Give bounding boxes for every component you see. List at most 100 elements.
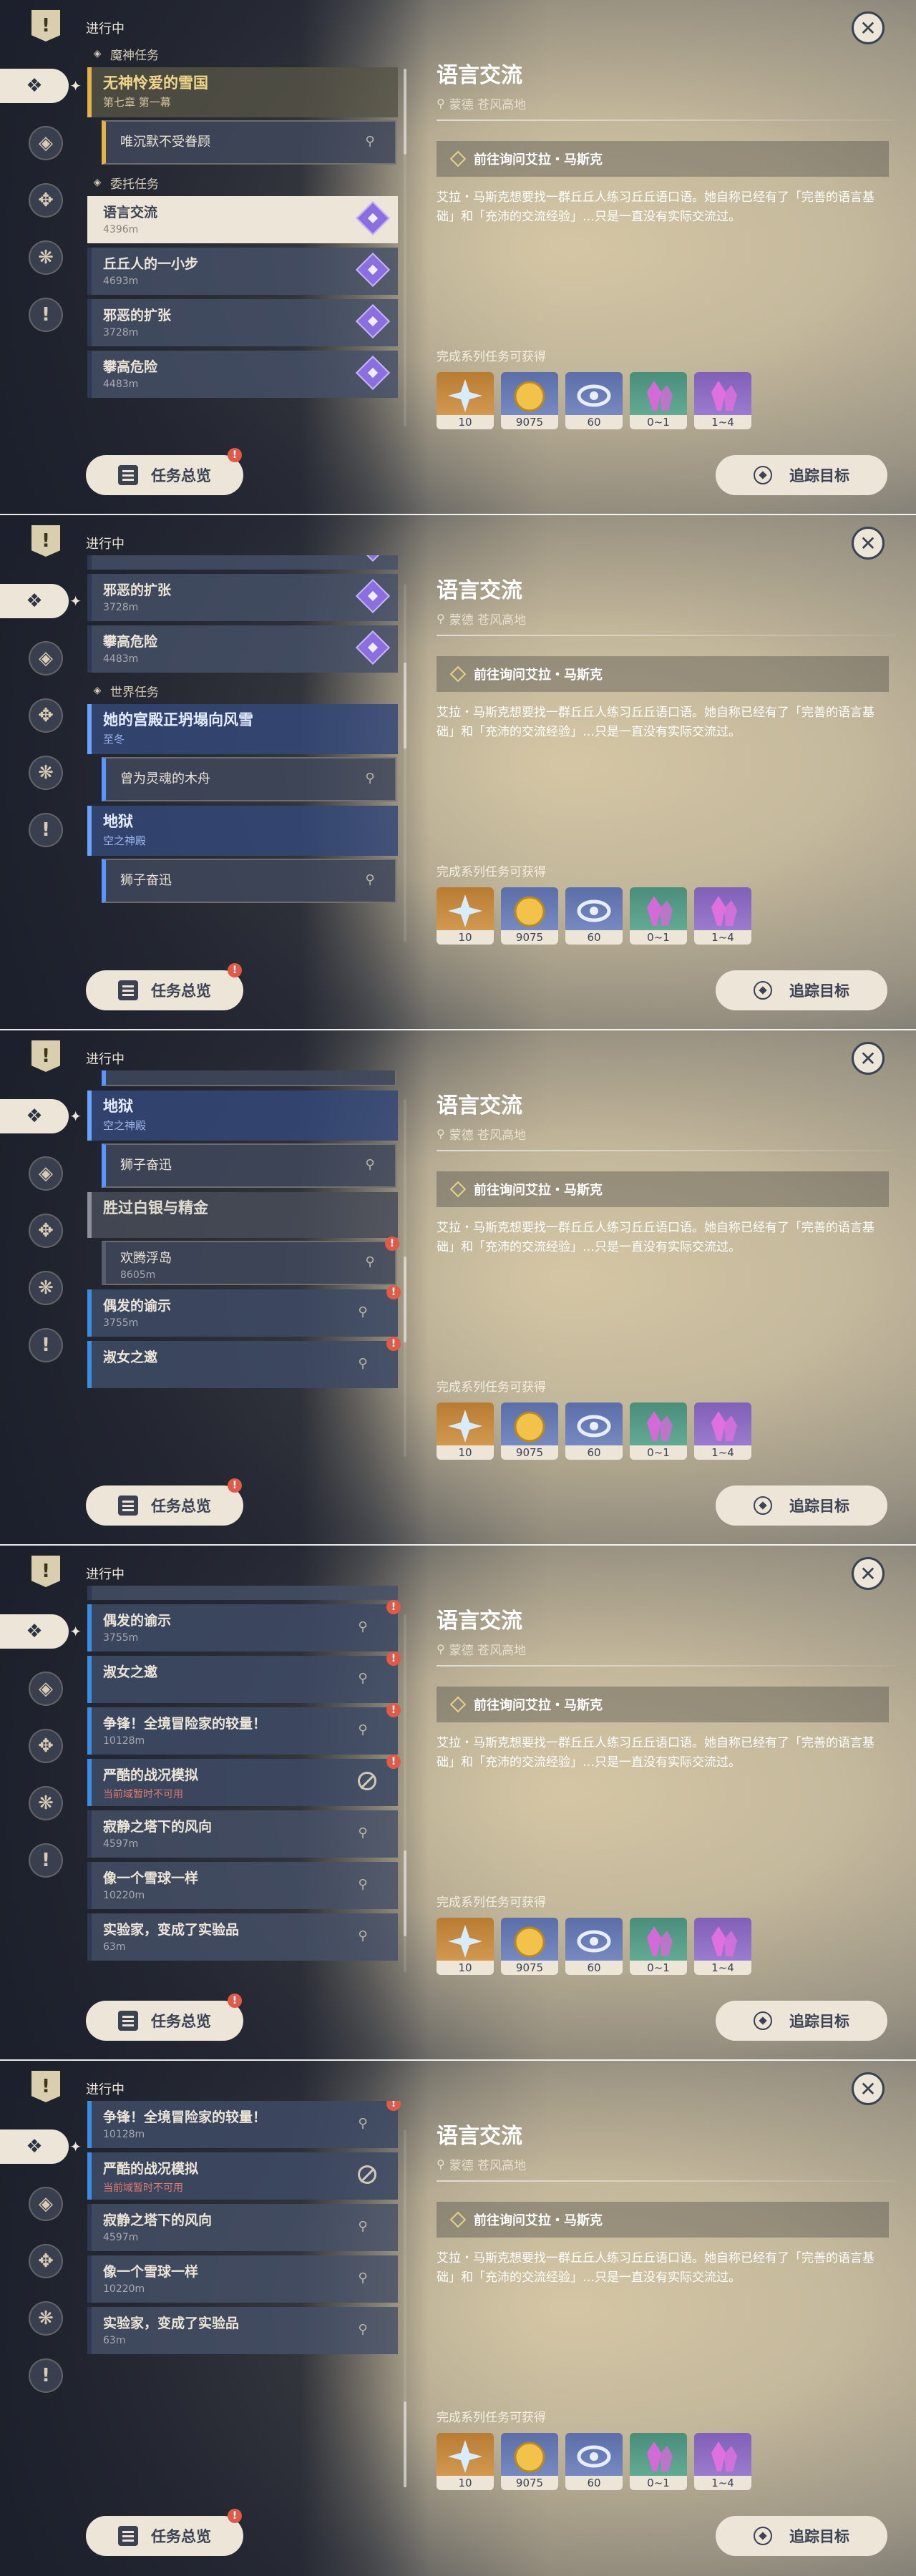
close-button[interactable]: ✕: [852, 11, 885, 44]
sub-quest[interactable]: 欢腾浮岛 8605m ⚲!: [102, 1236, 399, 1285]
reward-item[interactable]: 10: [437, 2433, 494, 2490]
hexagon-icon[interactable]: ◈: [29, 1672, 63, 1706]
track-objective-button[interactable]: 追踪目标: [716, 455, 887, 495]
quest-item[interactable]: 争锋！全境冒险家的较量！ 10128m ⚲!: [87, 2101, 401, 2148]
reward-item[interactable]: 9075: [501, 1402, 558, 1460]
exclamation-icon[interactable]: !: [29, 1328, 63, 1362]
quest-item[interactable]: 淑女之邀 ⚲!: [87, 1337, 401, 1388]
sub-quest[interactable]: 狮子奋迅 ⚲: [102, 1143, 396, 1188]
exclamation-icon[interactable]: !: [29, 2358, 63, 2393]
quest-overview-button[interactable]: 任务总览!: [86, 963, 243, 1010]
reward-item[interactable]: 0~1: [630, 887, 687, 945]
map-pin-icon[interactable]: ⚲: [362, 133, 378, 149]
scrollbar-thumb[interactable]: [404, 1850, 406, 1936]
track-objective-button[interactable]: 追踪目标: [716, 2516, 887, 2556]
commission-icon[interactable]: ✥: [29, 1729, 63, 1763]
quest-diamond-icon[interactable]: ❖: [0, 1614, 82, 1649]
world-quest-icon[interactable]: ❋: [29, 1271, 63, 1305]
quest-item[interactable]: 严酷的战况模拟 当前域暂时不可用!: [87, 1755, 401, 1806]
map-pin-icon[interactable]: ⚲: [355, 1304, 371, 1319]
quest-overview-button[interactable]: 任务总览!: [86, 1994, 243, 2041]
map-pin-icon[interactable]: ⚲: [355, 1670, 371, 1686]
track-objective-button[interactable]: 追踪目标: [716, 2001, 887, 2041]
quest-item[interactable]: 淑女之邀 ⚲!: [87, 1652, 401, 1703]
quest-item[interactable]: 实验家，变成了实验品 63m ⚲: [87, 2307, 398, 2354]
quest-item[interactable]: 像一个雪球一样 10220m ⚲: [87, 2255, 398, 2303]
hexagon-icon[interactable]: ◈: [29, 2187, 63, 2221]
map-pin-icon[interactable]: ⚲: [355, 2115, 371, 2131]
map-pin-icon[interactable]: ⚲: [362, 872, 378, 887]
quest-list-scrollbar[interactable]: [404, 69, 406, 426]
quest-item[interactable]: 偶发的谕示 3755m ⚲!: [87, 1600, 401, 1652]
commission-icon[interactable]: ✥: [29, 1214, 63, 1248]
quest-item[interactable]: 语言交流 4396m: [87, 196, 398, 243]
reward-item[interactable]: 60: [565, 1918, 623, 1975]
quest-chapter[interactable]: 地狱 空之神殿: [87, 806, 398, 856]
map-pin-icon[interactable]: ⚲: [355, 1928, 371, 1943]
scrollbar-thumb[interactable]: [404, 2401, 406, 2487]
reward-item[interactable]: 9075: [501, 372, 558, 429]
quest-list-scrollbar[interactable]: [404, 1614, 406, 1972]
quest-item[interactable]: 攀高危险 4483m: [87, 351, 398, 398]
quest-diamond-icon[interactable]: ❖: [0, 584, 82, 618]
close-button[interactable]: ✕: [852, 527, 885, 560]
commission-icon[interactable]: ✥: [29, 2244, 63, 2278]
quest-item[interactable]: 严酷的战况模拟 当前域暂时不可用: [87, 2152, 398, 2200]
close-button[interactable]: ✕: [852, 1042, 885, 1075]
hexagon-icon[interactable]: ◈: [29, 1156, 63, 1191]
track-objective-button[interactable]: 追踪目标: [716, 970, 887, 1010]
map-pin-icon[interactable]: ⚲: [362, 1156, 378, 1172]
reward-item[interactable]: 1~4: [694, 1402, 751, 1460]
reward-item[interactable]: 9075: [501, 2433, 558, 2490]
quest-list-scrollbar[interactable]: [404, 2129, 406, 2487]
map-pin-icon[interactable]: ⚲: [355, 1825, 371, 1840]
map-pin-icon[interactable]: ⚲: [355, 1722, 371, 1737]
scrollbar-thumb[interactable]: [404, 1257, 406, 1342]
reward-item[interactable]: 10: [437, 1402, 494, 1460]
quest-chapter[interactable]: 无神怜爱的雪国 第七章 第一幕: [87, 67, 398, 117]
reward-item[interactable]: 60: [565, 887, 623, 945]
quest-diamond-icon[interactable]: ❖: [0, 69, 82, 103]
quest-chapter[interactable]: 她的宫殿正坍塌向风雪 至冬: [87, 704, 398, 754]
reward-item[interactable]: 9075: [501, 887, 558, 945]
sub-quest[interactable]: 曾为灵魂的木舟⚲: [102, 1070, 396, 1086]
world-quest-icon[interactable]: ❋: [29, 240, 63, 275]
map-pin-icon[interactable]: ⚲: [355, 2218, 371, 2234]
reward-item[interactable]: 60: [565, 1402, 623, 1460]
world-quest-icon[interactable]: ❋: [29, 756, 63, 790]
sub-quest[interactable]: 曾为灵魂的木舟⚲: [102, 757, 396, 801]
close-button[interactable]: ✕: [852, 1557, 885, 1590]
reward-item[interactable]: 10: [437, 372, 494, 429]
track-objective-button[interactable]: 追踪目标: [716, 1485, 887, 1526]
reward-item[interactable]: 1~4: [694, 372, 751, 429]
quest-list-scrollbar[interactable]: [404, 584, 406, 942]
quest-item[interactable]: 实验家，变成了实验品 63m ⚲: [87, 1913, 398, 1961]
quest-item[interactable]: 偶发的谕示 3755m ⚲!: [87, 1285, 401, 1337]
reward-item[interactable]: 60: [565, 2433, 623, 2490]
quest-diamond-icon[interactable]: ❖: [0, 1099, 82, 1133]
reward-item[interactable]: 1~4: [694, 2433, 751, 2490]
reward-item[interactable]: 0~1: [630, 372, 687, 429]
quest-item[interactable]: 争锋！全境冒险家的较量！ 10128m ⚲!: [87, 1703, 401, 1755]
scrollbar-thumb[interactable]: [404, 663, 406, 748]
reward-item[interactable]: 10: [437, 1918, 494, 1975]
quest-item[interactable]: 8605m: [87, 1586, 398, 1600]
sub-quest[interactable]: 唯沉默不受眷顾 ⚲: [102, 120, 396, 165]
quest-list-scrollbar[interactable]: [404, 1099, 406, 1457]
reward-item[interactable]: 1~4: [694, 887, 751, 945]
commission-icon[interactable]: ✥: [29, 183, 63, 218]
reward-item[interactable]: 0~1: [630, 1402, 687, 1460]
map-pin-icon[interactable]: ⚲: [355, 1876, 371, 1892]
quest-item[interactable]: 邪恶的扩张 3728m: [87, 574, 398, 621]
reward-item[interactable]: 0~1: [630, 1918, 687, 1975]
quest-item[interactable]: 邪恶的扩张 3728m: [87, 299, 398, 346]
map-pin-icon[interactable]: ⚲: [362, 1254, 378, 1269]
map-pin-icon[interactable]: ⚲: [362, 770, 378, 786]
quest-item[interactable]: 像一个雪球一样 10220m ⚲: [87, 1862, 398, 1909]
reward-item[interactable]: 10: [437, 887, 494, 945]
quest-overview-button[interactable]: 任务总览!: [86, 448, 243, 495]
exclamation-icon[interactable]: !: [29, 298, 63, 332]
quest-chapter[interactable]: 地狱 空之神殿: [87, 1091, 398, 1141]
hexagon-icon[interactable]: ◈: [29, 641, 63, 675]
map-pin-icon[interactable]: ⚲: [355, 2321, 371, 2337]
